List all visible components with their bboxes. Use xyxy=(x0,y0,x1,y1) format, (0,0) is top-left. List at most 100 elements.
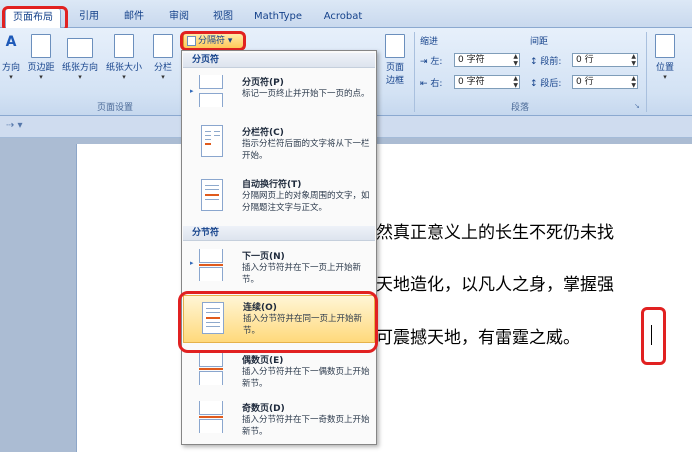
continuous-break-icon xyxy=(194,302,228,336)
indent-left-input[interactable]: 0 字符 ▲ ▼ xyxy=(454,53,520,67)
margins-icon xyxy=(31,34,51,58)
page-setup-group-label: 页面设置 xyxy=(96,103,133,113)
spacing-header: 间距 xyxy=(530,37,549,47)
spin-arrows-icon[interactable]: ▲ ▼ xyxy=(513,53,518,67)
menu-item-page-break[interactable]: ▸ 分页符(P) 标记一页终止并开始下一页的点。 xyxy=(183,71,375,115)
column-break-icon xyxy=(193,125,227,159)
menu-item-even-page[interactable]: 偶数页(E) 插入分节符并在下一偶数页上开始新节。 xyxy=(183,349,375,393)
indent-header: 缩进 xyxy=(420,37,439,47)
dialog-launcher-icon[interactable]: ↘ xyxy=(634,102,640,110)
tab-view[interactable]: 视图 xyxy=(206,8,240,28)
position-button[interactable]: 位置 ▾ xyxy=(650,34,680,81)
page-breaks-section-header: 分页符 xyxy=(183,53,375,68)
indent-right-input[interactable]: 0 字符 ▲ ▼ xyxy=(454,75,520,89)
text-direction-icon: A xyxy=(5,34,17,50)
spacing-before-text: 段前: xyxy=(540,57,562,67)
indent-left-label: ⇥ 左: xyxy=(420,54,442,67)
tab-mathtype[interactable]: MathType xyxy=(248,8,308,28)
spacing-before-icon: ↕ xyxy=(530,57,541,67)
indent-right-icon: ⇤ xyxy=(420,79,431,89)
position-icon xyxy=(655,34,675,58)
indent-right-value: 0 字符 xyxy=(458,77,485,87)
ribbon-tabs-bar: 页面布局 引用 邮件 审阅 视图 MathType Acrobat xyxy=(0,0,692,28)
spacing-after-icon: ↕ xyxy=(530,79,541,89)
spacing-after-value: 0 行 xyxy=(576,77,594,87)
caret-icon: ▾ xyxy=(122,73,126,81)
spin-arrows-icon[interactable]: ▲ ▼ xyxy=(631,53,636,67)
even-page-title: 偶数页(E) xyxy=(242,356,284,366)
orientation-label: 纸张方向 xyxy=(61,63,98,73)
even-page-break-icon xyxy=(193,353,227,387)
continuous-desc: 插入分节符并在同一页上开始新节。 xyxy=(243,314,363,336)
caret-icon: ▾ xyxy=(78,73,82,81)
breaks-button[interactable]: 分隔符 ▾ xyxy=(183,33,245,49)
odd-page-desc: 插入分节符并在下一奇数页上开始新节。 xyxy=(242,415,370,437)
menu-item-odd-page[interactable]: 奇数页(D) 插入分节符并在下一奇数页上开始新节。 xyxy=(183,397,375,443)
spacing-after-input[interactable]: 0 行 ▲ ▼ xyxy=(572,75,638,89)
breaks-icon xyxy=(187,36,196,46)
text-wrapping-break-icon xyxy=(193,179,227,213)
indent-left-text: 左: xyxy=(430,57,443,67)
next-page-title: 下一页(N) xyxy=(242,252,285,262)
tab-review[interactable]: 审阅 xyxy=(162,8,196,28)
spacing-before-value: 0 行 xyxy=(576,55,594,65)
menu-item-next-page[interactable]: ▸ 下一页(N) 插入分节符并在下一页上开始新节。 xyxy=(183,245,375,289)
document-text-line-1: 然真正意义上的长生不死仍未找 xyxy=(376,223,614,243)
section-breaks-section-header: 分节符 xyxy=(183,226,375,241)
text-wrapping-break-desc: 分隔网页上的对象周围的文字，如分隔题注文字与正文。 xyxy=(242,191,370,213)
column-break-title: 分栏符(C) xyxy=(242,128,284,138)
menu-item-text-wrapping-break[interactable]: 自动换行符(T) 分隔网页上的对象周围的文字，如分隔题注文字与正文。 xyxy=(183,173,375,225)
column-break-desc: 指示分栏符后面的文字将从下一栏开始。 xyxy=(242,139,370,161)
text-wrapping-break-title: 自动换行符(T) xyxy=(242,180,302,190)
spacing-before-input[interactable]: 0 行 ▲ ▼ xyxy=(572,53,638,67)
next-page-break-icon xyxy=(193,249,227,283)
paragraph-group-label: 段落 xyxy=(510,103,529,113)
page-break-desc: 标记一页终止并开始下一页的点。 xyxy=(242,89,370,99)
orientation-partial-button[interactable]: A 方向 ▾ xyxy=(0,34,22,81)
page-break-title: 分页符(P) xyxy=(242,78,284,88)
columns-label: 分栏 xyxy=(153,63,172,73)
tab-acrobat[interactable]: Acrobat xyxy=(318,8,368,28)
caret-icon: ▾ xyxy=(225,36,233,46)
margins-label: 页边距 xyxy=(27,63,55,73)
tab-mailings[interactable]: 邮件 xyxy=(116,8,152,28)
size-button[interactable]: 纸张大小 ▾ xyxy=(102,34,146,81)
margins-button[interactable]: 页边距 ▾ xyxy=(24,34,58,81)
menu-item-continuous[interactable]: 连续(O) 插入分节符并在同一页上开始新节。 xyxy=(183,295,375,343)
spin-arrows-icon[interactable]: ▲ ▼ xyxy=(631,75,636,89)
indent-left-value: 0 字符 xyxy=(458,55,485,65)
spacing-after-label: ↕ 段后: xyxy=(530,76,561,89)
caret-icon: ▾ xyxy=(39,73,43,81)
spacing-after-text: 段后: xyxy=(540,79,562,89)
tab-page-layout[interactable]: 页面布局 xyxy=(5,8,61,28)
even-page-desc: 插入分节符并在下一偶数页上开始新节。 xyxy=(242,367,370,389)
breaks-label: 分隔符 xyxy=(198,36,226,46)
odd-page-break-icon xyxy=(193,401,227,435)
orientation-icon xyxy=(67,38,93,58)
page-borders-label-1: 页面 xyxy=(385,63,404,73)
columns-button[interactable]: 分栏 ▾ xyxy=(148,34,178,81)
spin-arrows-icon[interactable]: ▲ ▼ xyxy=(513,75,518,89)
orientation-partial-label: 方向 xyxy=(1,63,20,73)
size-label: 纸张大小 xyxy=(105,63,142,73)
odd-page-title: 奇数页(D) xyxy=(242,404,285,414)
page-borders-button[interactable]: 页面 边框 xyxy=(380,34,410,86)
columns-icon xyxy=(153,34,173,58)
caret-icon: ▾ xyxy=(9,73,13,81)
page-borders-icon xyxy=(385,34,405,58)
paper-size-icon xyxy=(114,34,134,58)
caret-icon: ▾ xyxy=(161,73,165,81)
document-text-line-2: 天地造化，以凡人之身，掌握强 xyxy=(376,275,614,295)
indent-left-icon: ⇥ xyxy=(420,57,431,67)
group-separator xyxy=(414,32,415,112)
orientation-button[interactable]: 纸张方向 ▾ xyxy=(60,34,100,81)
ruler-toggle-icon[interactable]: ⇢ ▾ xyxy=(6,120,23,131)
page-break-icon xyxy=(193,75,227,109)
indent-right-label: ⇤ 右: xyxy=(420,76,442,89)
watermark-url: zhinan.sogou.com xyxy=(516,398,624,409)
document-text-line-3: 可震撼天地，有雷霆之威。 xyxy=(376,328,580,348)
menu-item-column-break[interactable]: 分栏符(C) 指示分栏符后面的文字将从下一栏开始。 xyxy=(183,121,375,165)
breaks-dropdown-menu: 分页符 ▸ 分页符(P) 标记一页终止并开始下一页的点。 分栏符(C) 指示分栏… xyxy=(181,50,377,445)
sogou-logo-icon xyxy=(514,374,538,398)
tab-references[interactable]: 引用 xyxy=(72,8,106,28)
